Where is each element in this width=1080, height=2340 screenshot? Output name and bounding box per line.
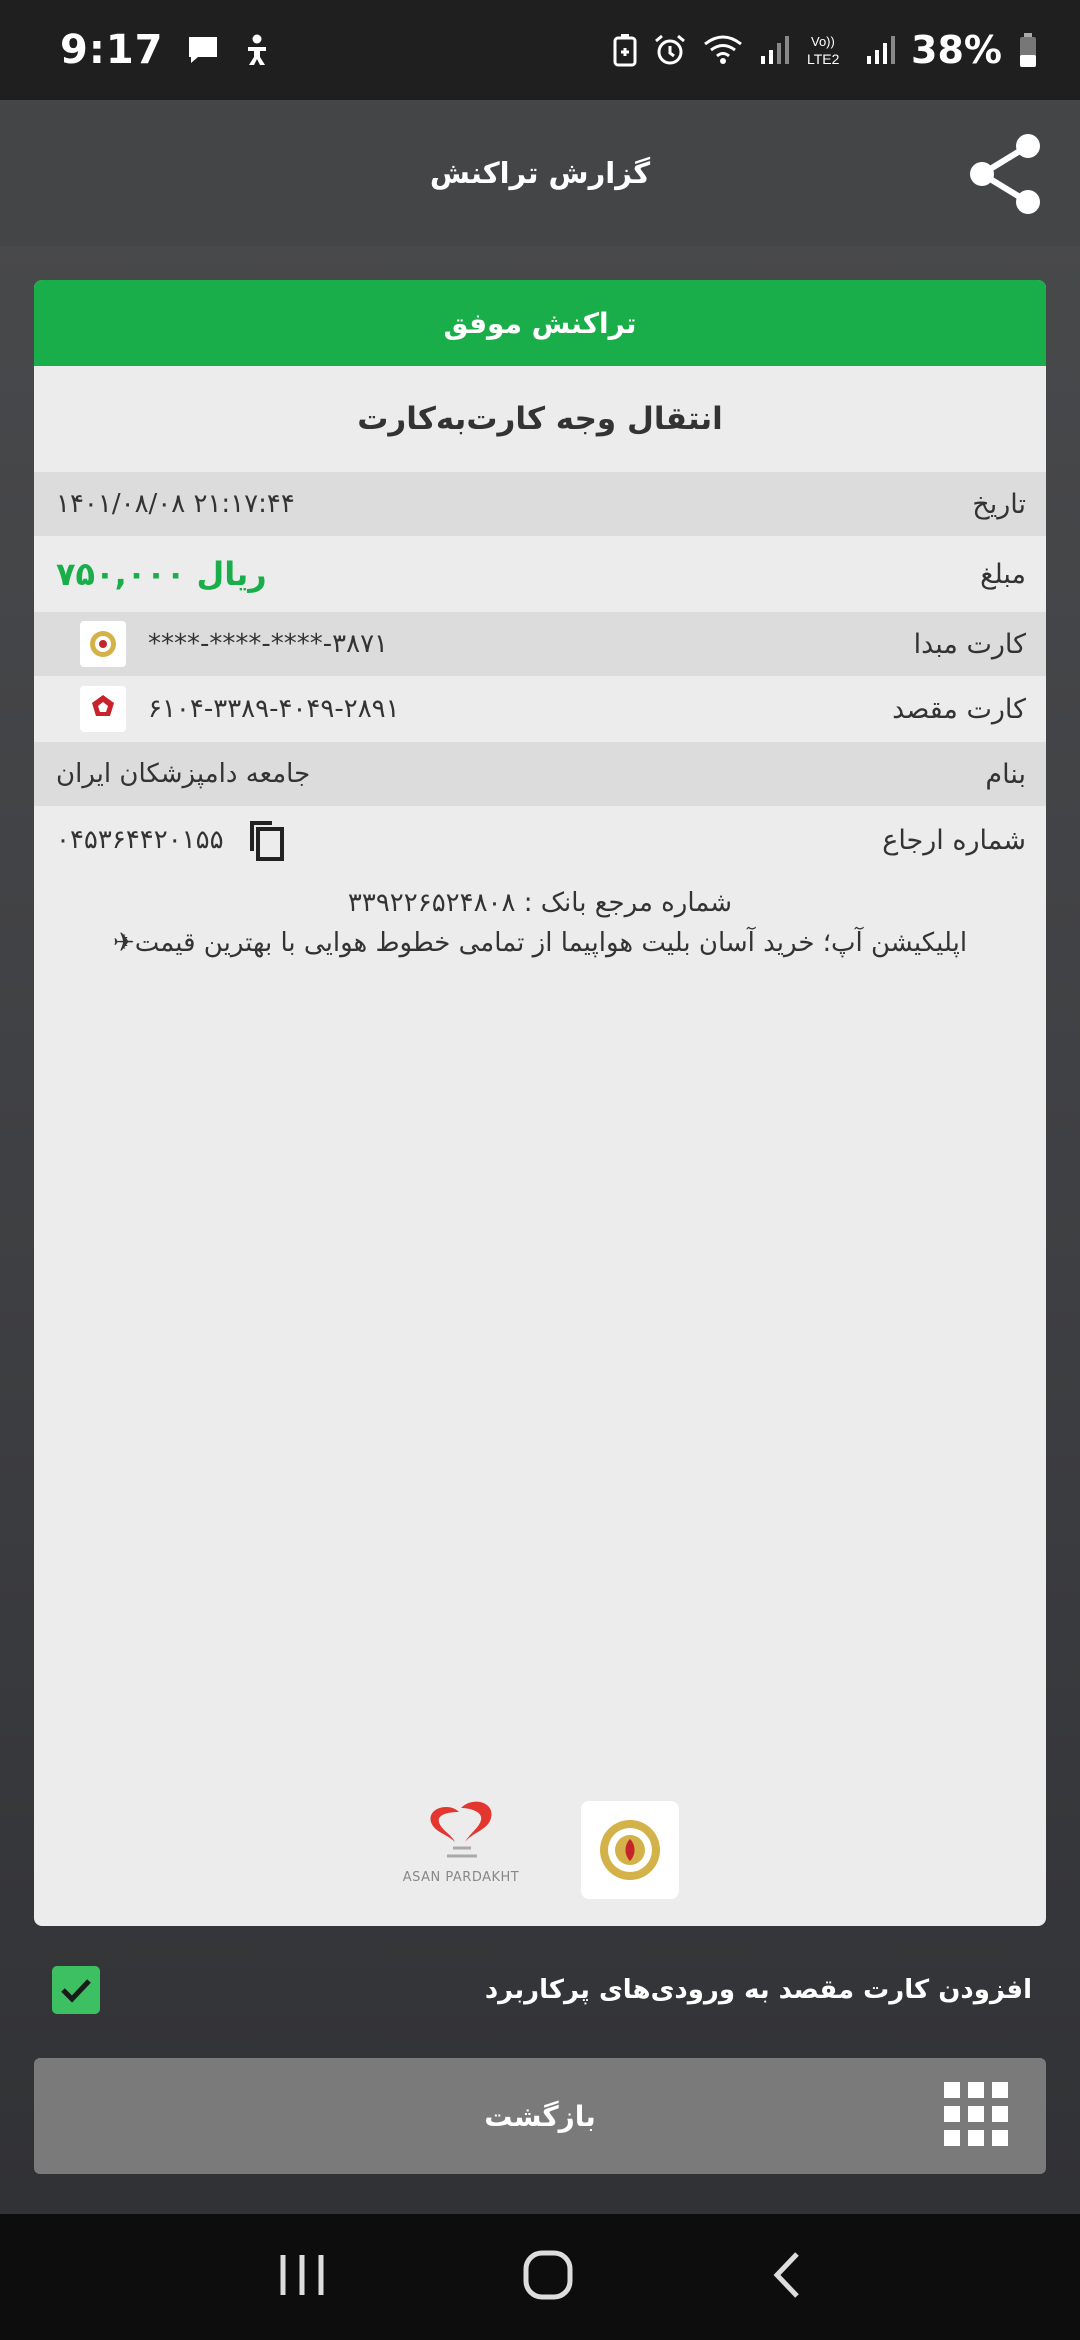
promo-text: اپلیکیشن آپ؛ خرید آسان بلیت هواپیما از ت… — [112, 928, 968, 958]
name-value: جامعه دامپزشکان ایران — [56, 759, 311, 789]
status-left: 9:17 — [60, 27, 272, 73]
amount-label: مبلغ — [980, 558, 1026, 590]
signal-icon — [865, 34, 896, 66]
source-card-row: کارت مبدا ****-****-****-۳۸۷۱ — [34, 612, 1046, 676]
amount-value: ۷۵۰,۰۰۰ ریال — [56, 555, 267, 593]
svg-text:LTE2: LTE2 — [807, 51, 840, 67]
home-button[interactable] — [522, 2249, 574, 2305]
status-right: Vo)) LTE2 38% — [613, 28, 1038, 72]
message-icon — [186, 34, 220, 66]
dest-card-label: کارت مقصد — [892, 693, 1026, 725]
dest-card-value-group: ۶۱۰۴-۳۳۸۹-۴۰۴۹-۲۸۹۱ — [56, 686, 400, 732]
check-icon — [61, 1979, 91, 2003]
share-button[interactable] — [966, 132, 1050, 216]
date-row: تاریخ ۱۴۰۱/۰۸/۰۸ ۲۱:۱۷:۴۴ — [34, 472, 1046, 536]
status-time: 9:17 — [60, 27, 164, 73]
share-icon — [970, 134, 1040, 214]
reference-value: ۰۴۵۳۶۴۴۲۰۱۵۵ — [56, 825, 224, 855]
dest-card-row: کارت مقصد ۶۱۰۴-۳۳۸۹-۴۰۴۹-۲۸۹۱ — [34, 676, 1046, 742]
asan-logo-text: ASAN PARDAKHT — [402, 1870, 520, 1885]
home-icon — [523, 2250, 573, 2300]
melli-bank-icon — [80, 621, 126, 667]
volte-lte2-icon: Vo)) LTE2 — [805, 31, 849, 69]
signal-icon — [759, 34, 790, 66]
reference-label: شماره ارجاع — [882, 824, 1026, 856]
wifi-icon — [703, 34, 743, 66]
system-nav-bar — [0, 2214, 1080, 2340]
mellat-bank-icon — [80, 686, 126, 732]
accessibility-icon — [242, 33, 272, 67]
back-chevron-icon — [773, 2252, 799, 2298]
svg-text:Vo)): Vo)) — [811, 34, 835, 49]
source-card-value-group: ****-****-****-۳۸۷۱ — [56, 621, 388, 667]
name-row: بنام جامعه دامپزشکان ایران — [34, 742, 1046, 806]
date-label: تاریخ — [972, 488, 1026, 520]
page-title: گزارش تراکنش — [429, 156, 651, 190]
status-badge: تراکنش موفق — [34, 280, 1046, 366]
amount-row: مبلغ ۷۵۰,۰۰۰ ریال — [34, 536, 1046, 612]
recent-apps-icon — [280, 2255, 324, 2295]
receipt-card: تراکنش موفق انتقال وجه کارت‌به‌کارت تاری… — [34, 280, 1046, 1926]
grid-icon — [944, 2082, 1008, 2146]
source-card-label: کارت مبدا — [913, 628, 1026, 660]
reference-block: شماره مرجع بانک : ۳۳۹۲۲۶۵۲۴۸۰۸ اپلیکیشن … — [34, 888, 1046, 958]
asan-pardakht-logo: ASAN PARDAKHT — [401, 1798, 521, 1902]
melli-bank-logo — [581, 1801, 679, 1899]
battery-saver-icon — [613, 33, 637, 67]
status-bar: 9:17 Vo)) LTE2 38% — [0, 0, 1080, 100]
reference-value-group: ۰۴۵۳۶۴۴۲۰۱۵۵ — [56, 817, 286, 863]
back-button[interactable]: بازگشت — [34, 2058, 1046, 2174]
save-card-label: افزودن کارت مقصد به ورودی‌های پرکاربرد — [484, 1975, 1032, 2005]
back-nav-button[interactable] — [769, 2250, 803, 2304]
dest-card-value: ۶۱۰۴-۳۳۸۹-۴۰۴۹-۲۸۹۱ — [148, 694, 400, 724]
back-button-label: بازگشت — [484, 2099, 596, 2133]
alarm-icon — [653, 33, 687, 67]
battery-percent: 38% — [911, 28, 1002, 72]
battery-icon — [1018, 32, 1038, 68]
copy-icon — [249, 821, 284, 861]
save-card-checkbox[interactable] — [52, 1966, 100, 2014]
reference-row: شماره ارجاع ۰۴۵۳۶۴۴۲۰۱۵۵ — [34, 806, 1046, 874]
name-label: بنام — [985, 758, 1026, 790]
bank-reference: شماره مرجع بانک : ۳۳۹۲۲۶۵۲۴۸۰۸ — [347, 888, 733, 918]
logos: ASAN PARDAKHT — [34, 1798, 1046, 1902]
source-card-value: ****-****-****-۳۸۷۱ — [148, 629, 389, 659]
transaction-type: انتقال وجه کارت‌به‌کارت — [357, 401, 723, 437]
copy-button[interactable] — [246, 817, 286, 863]
save-card-row: افزودن کارت مقصد به ورودی‌های پرکاربرد — [52, 1962, 1032, 2018]
app-bar: گزارش تراکنش — [0, 100, 1080, 246]
recent-apps-button[interactable] — [277, 2252, 327, 2302]
date-value: ۱۴۰۱/۰۸/۰۸ ۲۱:۱۷:۴۴ — [56, 489, 295, 519]
